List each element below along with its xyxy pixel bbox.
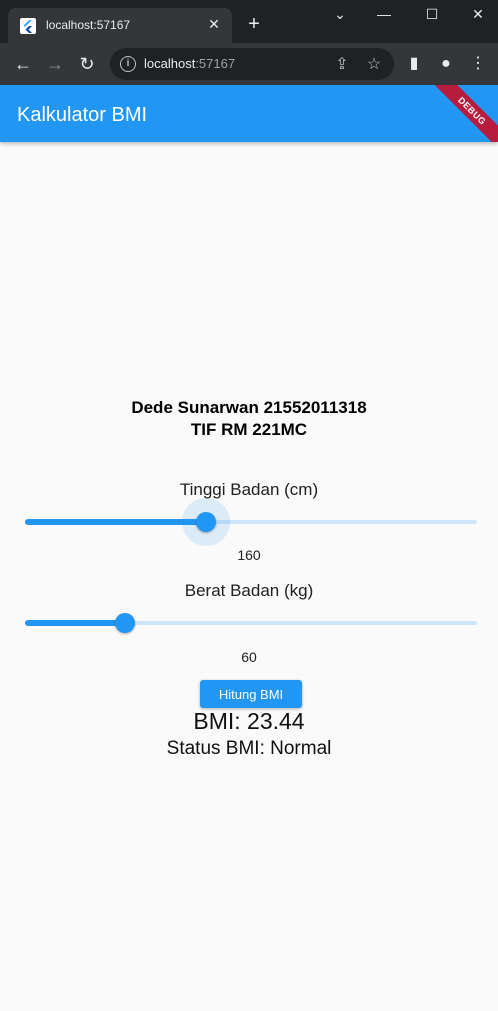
info-icon[interactable]: i (120, 56, 136, 72)
height-slider[interactable] (25, 498, 477, 546)
height-value: 160 (237, 547, 261, 563)
slider-active-track (25, 519, 206, 525)
weight-label: Berat Badan (kg) (184, 581, 314, 600)
minimize-icon[interactable]: — (374, 6, 394, 22)
height-label: Tinggi Badan (cm) (179, 480, 319, 499)
maximize-icon[interactable]: ☐ (422, 6, 442, 23)
app-body: Dede Sunarwan 21552011318 TIF RM 221MC T… (0, 142, 498, 1011)
close-icon[interactable]: ✕ (206, 16, 222, 32)
student-class: TIF RM 221MC (190, 420, 308, 439)
address-bar[interactable]: i localhost:57167 ⇪ ☆ (110, 48, 394, 80)
reload-icon[interactable]: ↻ (76, 53, 98, 75)
student-name: Dede Sunarwan 21552011318 (131, 398, 367, 417)
slider-thumb[interactable] (115, 613, 135, 633)
window-close-icon[interactable]: ✕ (468, 6, 488, 23)
tab-title: localhost:57167 (46, 18, 131, 32)
app-bar: Kalkulator BMI DEBUG (0, 85, 498, 142)
flutter-icon (20, 18, 36, 34)
calculate-bmi-button[interactable]: Hitung BMI (200, 680, 302, 708)
bmi-status: Status BMI: Normal (166, 738, 332, 759)
browser-tab-bar: localhost:57167 ✕ + ⌄ — ☐ ✕ (0, 0, 498, 43)
bmi-result: BMI: 23.44 (193, 708, 305, 734)
slider-thumb[interactable] (196, 512, 216, 532)
forward-arrow-icon[interactable]: → (44, 53, 66, 75)
debug-banner: DEBUG (423, 85, 498, 142)
url-text: localhost:57167 (144, 56, 236, 71)
chevron-down-icon[interactable]: ⌄ (330, 6, 350, 23)
browser-tab[interactable]: localhost:57167 ✕ (8, 8, 232, 43)
browser-toolbar: ← → ↻ i localhost:57167 ⇪ ☆ ▮ ● ⋮ (0, 43, 498, 85)
menu-icon[interactable]: ⋮ (468, 53, 488, 75)
share-icon[interactable]: ⇪ (332, 54, 352, 74)
new-tab-icon[interactable]: + (244, 14, 264, 34)
side-panel-icon[interactable]: ▮ (404, 53, 424, 75)
slider-active-track (25, 620, 125, 626)
weight-value: 60 (241, 649, 257, 665)
profile-icon[interactable]: ● (436, 53, 456, 75)
back-arrow-icon[interactable]: ← (12, 53, 34, 75)
app-title: Kalkulator BMI (17, 104, 148, 126)
star-icon[interactable]: ☆ (364, 54, 384, 74)
weight-slider[interactable] (25, 608, 477, 638)
